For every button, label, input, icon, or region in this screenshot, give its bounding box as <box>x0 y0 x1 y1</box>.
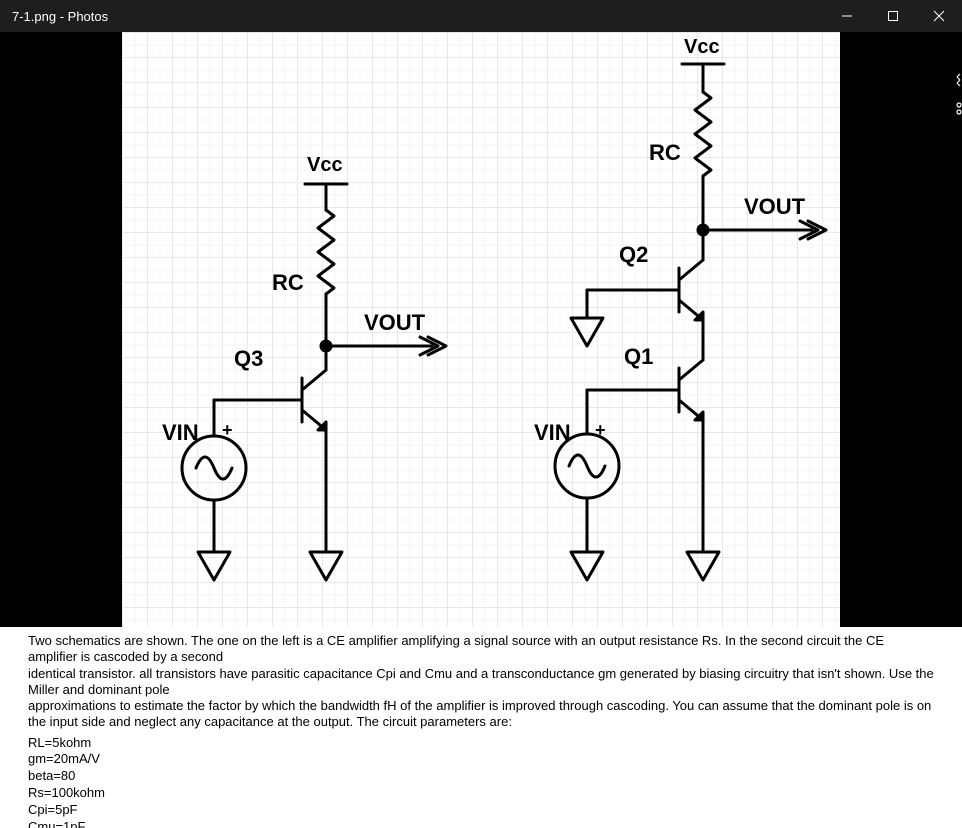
right-q2-label: Q2 <box>619 242 648 268</box>
param-gm: gm=20mA/V <box>28 751 934 768</box>
param-rl: RL=5kohm <box>28 735 934 752</box>
left-plus-label: + <box>222 420 233 441</box>
right-q1-label: Q1 <box>624 344 653 370</box>
side-toolbar <box>956 32 962 627</box>
param-cmu: Cmu=1pF <box>28 819 934 828</box>
title-bar: 7-1.png - Photos <box>0 0 962 32</box>
circuit-parameters: RL=5kohm gm=20mA/V beta=80 Rs=100kohm Cp… <box>0 731 962 828</box>
left-vcc-label: Vcc <box>307 154 343 177</box>
left-rc-label: RC <box>272 270 304 296</box>
desc-line-1: Two schematics are shown. The one on the… <box>28 633 934 666</box>
minimize-button[interactable] <box>824 0 870 32</box>
window-controls <box>824 0 962 32</box>
right-rc-label: RC <box>649 140 681 166</box>
right-vcc-label: Vcc <box>684 36 720 59</box>
left-q3-label: Q3 <box>234 346 263 372</box>
right-plus-label: + <box>595 420 606 441</box>
photo-viewer: Vcc RC VOUT Q3 VIN + Vcc RC VOUT Q2 Q1 V… <box>0 32 962 627</box>
right-vout-label: VOUT <box>744 194 805 220</box>
close-button[interactable] <box>916 0 962 32</box>
circuit-diagram <box>122 32 840 627</box>
desc-line-2: identical transistor. all transistors ha… <box>28 666 934 699</box>
right-vin-label: VIN <box>534 420 571 446</box>
left-vout-label: VOUT <box>364 310 425 336</box>
left-vin-label: VIN <box>162 420 199 446</box>
schematic-image: Vcc RC VOUT Q3 VIN + Vcc RC VOUT Q2 Q1 V… <box>122 32 840 627</box>
maximize-button[interactable] <box>870 0 916 32</box>
window-title: 7-1.png - Photos <box>0 9 108 24</box>
problem-description: Two schematics are shown. The one on the… <box>0 627 962 731</box>
param-rs: Rs=100kohm <box>28 785 934 802</box>
desc-line-3: approximations to estimate the factor by… <box>28 698 934 731</box>
param-cpi: Cpi=5pF <box>28 802 934 819</box>
param-beta: beta=80 <box>28 768 934 785</box>
